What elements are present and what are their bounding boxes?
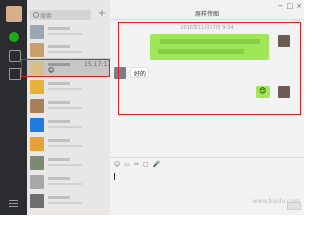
avatar — [30, 175, 44, 189]
list-item[interactable] — [27, 96, 110, 115]
avatar — [30, 43, 44, 57]
search-placeholder: 搜索 — [40, 13, 53, 20]
avatar — [30, 137, 44, 151]
history-button[interactable]: ▢ — [143, 161, 149, 168]
list-item[interactable] — [27, 77, 110, 96]
avatar — [30, 80, 44, 94]
screenshot-button[interactable]: ✂ — [134, 161, 139, 168]
user-avatar[interactable] — [6, 6, 22, 22]
avatar — [30, 25, 44, 39]
avatar — [30, 156, 44, 170]
highlight-box-conversation — [21, 59, 110, 77]
emoji-button[interactable]: ☺ — [114, 161, 120, 168]
search-input[interactable]: 搜索 — [30, 10, 91, 20]
list-item[interactable] — [27, 40, 110, 59]
voice-button[interactable]: 🎤 — [153, 161, 160, 168]
list-item[interactable] — [27, 134, 110, 153]
message-input[interactable] — [114, 173, 115, 180]
left-icon-strip — [0, 0, 27, 215]
contacts-icon[interactable] — [9, 50, 21, 62]
avatar — [30, 194, 44, 208]
highlight-box-chat — [118, 22, 301, 115]
chat-icon[interactable] — [9, 32, 19, 42]
list-item[interactable] — [27, 22, 110, 41]
search-icon — [33, 12, 39, 18]
file-button[interactable]: ▭ — [124, 161, 130, 168]
add-chat-button[interactable]: + — [97, 8, 107, 20]
divider — [110, 157, 304, 158]
list-item[interactable] — [27, 191, 110, 210]
list-item[interactable] — [27, 153, 110, 172]
list-item[interactable] — [27, 172, 110, 191]
avatar — [30, 99, 44, 113]
menu-icon[interactable] — [9, 198, 19, 208]
list-item[interactable] — [27, 115, 110, 134]
watermark: www.baidu.com — [252, 198, 300, 205]
conversation-list: 搜索 + 15:17:17 😊 — [27, 0, 111, 215]
avatar — [30, 118, 44, 132]
favorites-icon[interactable] — [9, 68, 21, 80]
chat-title: 原样传图 — [194, 11, 219, 18]
divider — [110, 19, 304, 20]
input-toolbar: ☺ ▭ ✂ ▢ 🎤 — [114, 161, 164, 168]
